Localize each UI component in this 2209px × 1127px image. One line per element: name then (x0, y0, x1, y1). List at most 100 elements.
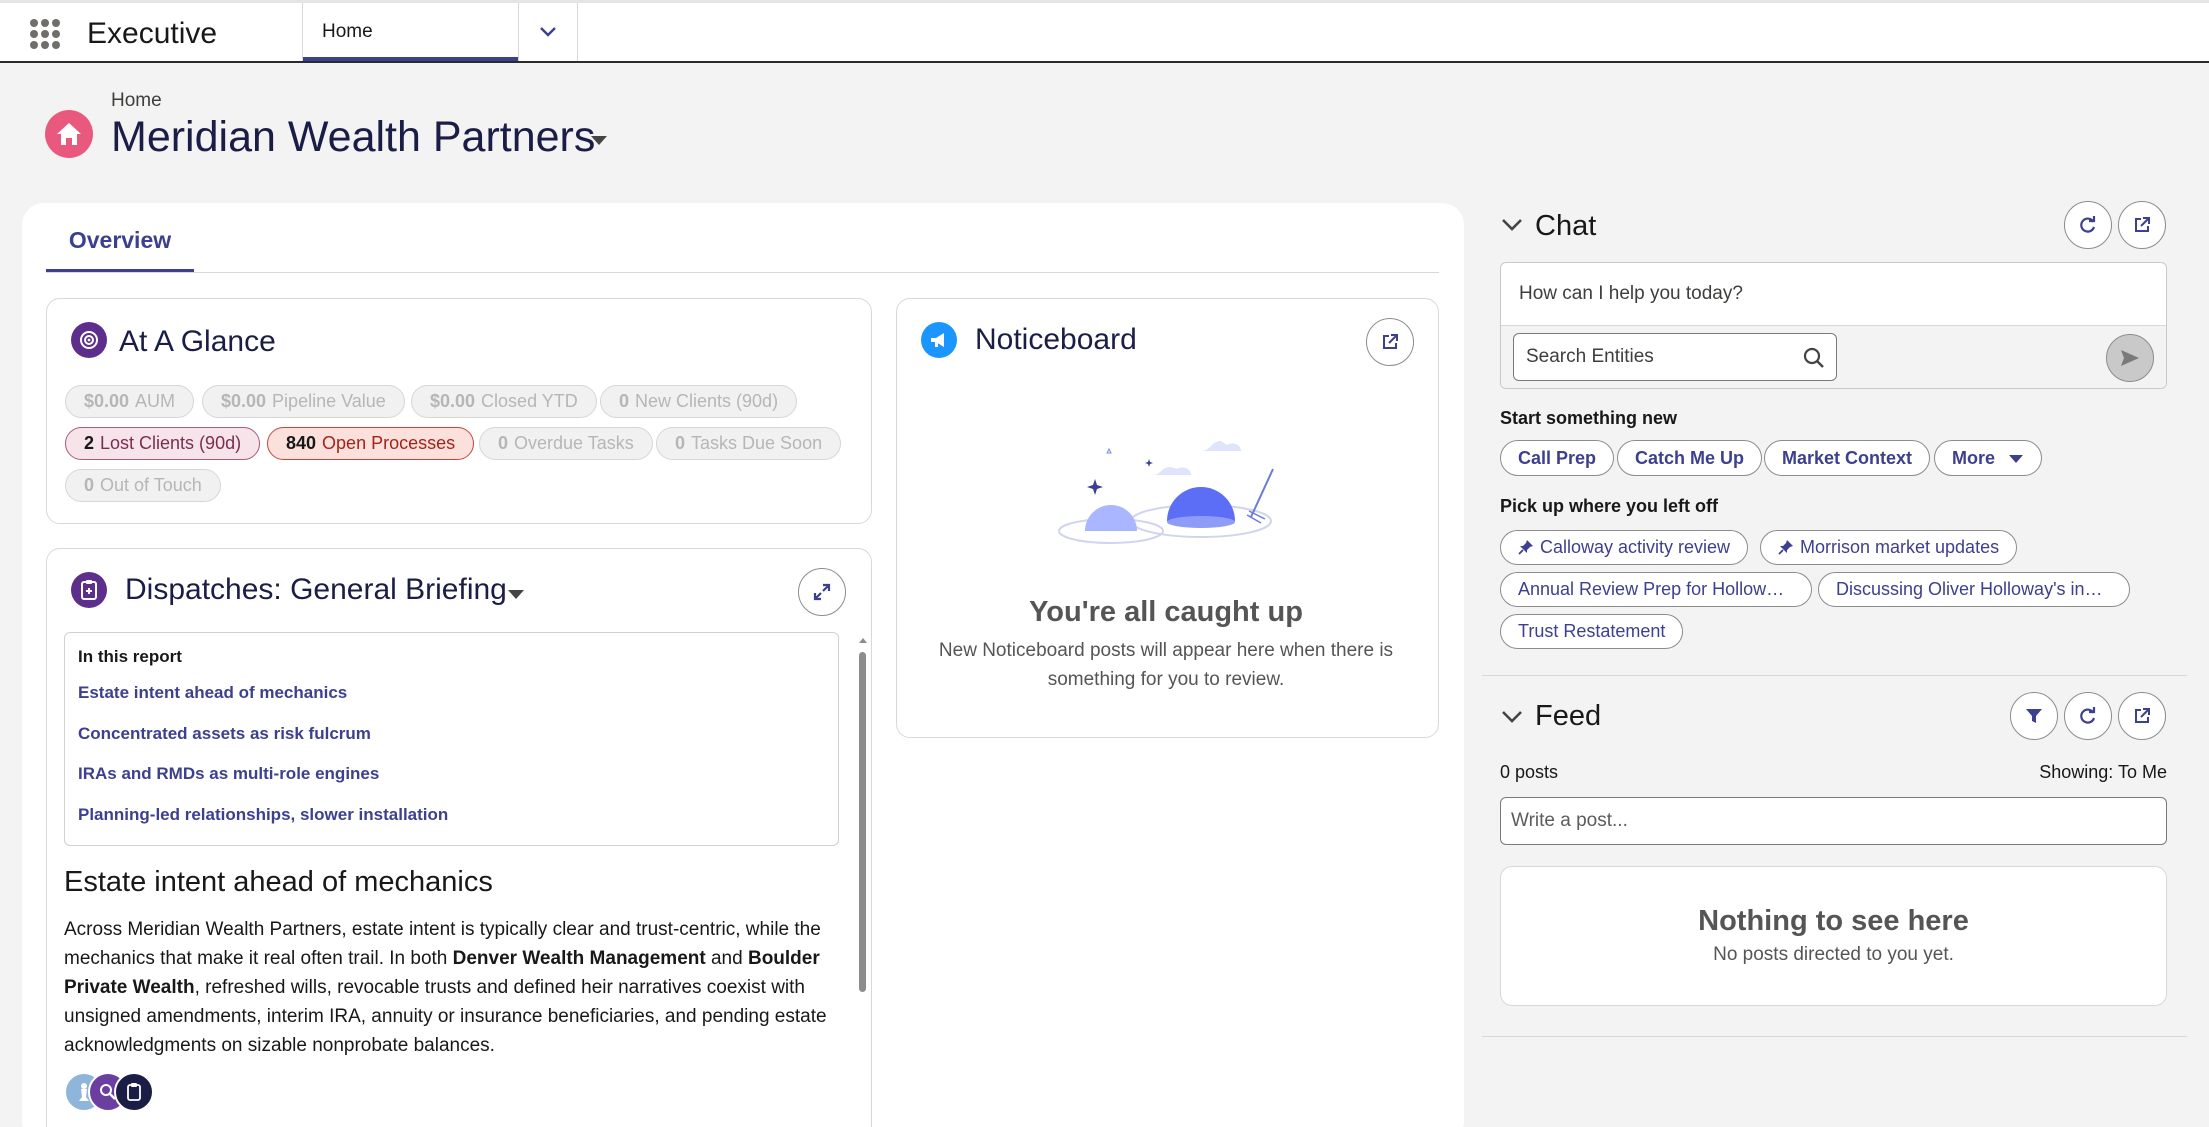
refresh-icon (2080, 216, 2096, 233)
article-heading: Estate intent ahead of mechanics (64, 866, 493, 898)
report-table-of-contents: In this report Estate intent ahead of me… (64, 632, 839, 846)
toc-link[interactable]: Planning-led relationships, slower insta… (78, 805, 448, 825)
recent-chat-oliver-holloway[interactable]: Discussing Oliver Holloway's inh… (1818, 572, 2130, 607)
collapse-chat-icon[interactable] (1501, 218, 1523, 237)
recent-chat-label: Morrison market updates (1800, 537, 2000, 557)
metric-value: $0.00 (84, 391, 130, 411)
feed-filter-button[interactable] (2010, 692, 2058, 740)
metric-pill-closed-ytd[interactable]: $0.00 Closed YTD (411, 385, 597, 418)
metric-pill-tasks-due-soon[interactable]: 0 Tasks Due Soon (656, 427, 842, 460)
metric-label: Closed YTD (481, 391, 578, 411)
nav-tab-label: Home (322, 21, 373, 42)
home-icon (45, 110, 93, 158)
resume-heading: Pick up where you left off (1500, 496, 1719, 516)
recent-chat-annual-review[interactable]: Annual Review Prep for Hollowa… (1500, 572, 1812, 607)
start-new-heading: Start something new (1500, 408, 1678, 428)
metric-pill-overdue-tasks[interactable]: 0 Overdue Tasks (479, 427, 653, 460)
chat-input[interactable]: How can I help you today? (1519, 283, 1743, 305)
pin-icon (1778, 540, 1793, 555)
recent-chat-trust-restatement[interactable]: Trust Restatement (1500, 614, 1684, 649)
metric-label: Open Processes (322, 433, 456, 453)
metric-label: Overdue Tasks (514, 433, 634, 453)
caret-down-icon (2009, 455, 2024, 463)
metric-pill-new-clients[interactable]: 0 New Clients (90d) (600, 385, 798, 418)
scrollbar-thumb[interactable] (859, 652, 866, 992)
metric-label: Tasks Due Soon (691, 433, 823, 453)
nav-tab-active-indicator (303, 57, 519, 61)
noticeboard-title: Noticeboard (975, 323, 1137, 356)
send-button[interactable] (2106, 334, 2154, 382)
clipboard-icon[interactable] (114, 1072, 154, 1112)
app-launcher-icon[interactable] (30, 19, 60, 49)
toc-link[interactable]: Concentrated assets as risk fulcrum (78, 724, 371, 744)
nav-tab-home[interactable]: Home (302, 3, 519, 61)
chat-composer-footer (1501, 325, 2166, 388)
quick-action-market-context[interactable]: Market Context (1764, 440, 1931, 476)
article-text: and (705, 948, 748, 969)
search-icon (1803, 347, 1824, 368)
title-dropdown-icon[interactable] (590, 133, 608, 151)
page-title: Meridian Wealth Partners (111, 113, 596, 161)
search-entities-input[interactable] (1526, 344, 1796, 370)
metric-label: Pipeline Value (272, 391, 386, 411)
dispatches-dropdown-icon[interactable] (507, 587, 525, 605)
chevron-down-icon (540, 27, 556, 37)
at-a-glance-panel: At A Glance $0.00 AUM $0.00 Pipeline Value… (46, 298, 872, 524)
send-icon (2121, 350, 2139, 366)
quick-action-catch-me-up[interactable]: Catch Me Up (1617, 440, 1763, 476)
noticeboard-empty-heading: You're all caught up (1029, 596, 1303, 628)
tab-divider (46, 272, 1439, 273)
feed-popout-button[interactable] (2118, 692, 2166, 740)
section-divider (1482, 1036, 2187, 1037)
recent-chat-calloway[interactable]: Calloway activity review (1500, 530, 1749, 565)
empty-state-illustration (1058, 441, 1274, 544)
feed-title: Feed (1535, 700, 1602, 732)
breadcrumb[interactable]: Home (111, 90, 162, 112)
chat-popout-button[interactable] (2118, 201, 2166, 249)
chat-composer[interactable]: How can I help you today? (1500, 262, 2167, 389)
chat-title: Chat (1535, 210, 1597, 242)
metric-value: $0.00 (221, 391, 267, 411)
metric-pill-pipeline[interactable]: $0.00 Pipeline Value (202, 385, 405, 418)
expand-button[interactable] (798, 568, 846, 616)
metric-pill-lost-clients[interactable]: 2 Lost Clients (90d) (65, 427, 261, 460)
metric-pill-aum[interactable]: $0.00 AUM (65, 385, 195, 418)
toc-heading: In this report (78, 647, 182, 666)
target-icon (71, 322, 107, 358)
feed-empty-heading: Nothing to see here (1698, 905, 1969, 937)
collapse-feed-icon[interactable] (1501, 710, 1523, 729)
popout-button[interactable] (1366, 318, 1414, 366)
more-label: More (1952, 448, 1996, 468)
metric-value: $0.00 (430, 391, 476, 411)
feed-empty-text: No posts directed to you yet. (1713, 944, 1954, 965)
metric-pill-out-of-touch[interactable]: 0 Out of Touch (65, 469, 221, 502)
dispatches-title: Dispatches: General Briefing (125, 573, 507, 606)
chat-refresh-button[interactable] (2064, 201, 2112, 249)
metric-label: Out of Touch (100, 475, 202, 495)
global-header: Executive Home (0, 0, 2209, 63)
new-window-icon (1383, 334, 1398, 349)
metric-value: 2 (84, 433, 95, 453)
recent-chat-label: Calloway activity review (1540, 537, 1731, 557)
write-post-input[interactable]: Write a post... (1500, 797, 2167, 845)
tab-overview[interactable]: Overview (46, 222, 194, 274)
metric-value: 0 (498, 433, 509, 453)
quick-action-call-prep[interactable]: Call Prep (1500, 440, 1615, 476)
toc-link[interactable]: IRAs and RMDs as multi-role engines (78, 764, 379, 784)
feed-showing-filter[interactable]: Showing: To Me (2039, 762, 2167, 783)
noticeboard-empty-text: New Noticeboard posts will appear here w… (938, 640, 1394, 690)
metric-pill-open-processes[interactable]: 840 Open Processes (267, 427, 475, 460)
metric-value: 0 (84, 475, 95, 495)
entity-name: Denver Wealth Management (452, 948, 706, 969)
metric-value: 0 (619, 391, 630, 411)
metric-value: 840 (286, 433, 317, 453)
at-a-glance-title: At A Glance (119, 325, 276, 358)
megaphone-icon (921, 322, 957, 358)
nav-menu-button[interactable] (518, 3, 578, 61)
search-entities-field[interactable] (1513, 333, 1837, 381)
recent-chat-morrison[interactable]: Morrison market updates (1760, 530, 2018, 565)
quick-action-more[interactable]: More (1934, 440, 2043, 476)
post-count: 0 posts (1500, 762, 1559, 782)
feed-refresh-button[interactable] (2064, 692, 2112, 740)
toc-link[interactable]: Estate intent ahead of mechanics (78, 683, 347, 703)
